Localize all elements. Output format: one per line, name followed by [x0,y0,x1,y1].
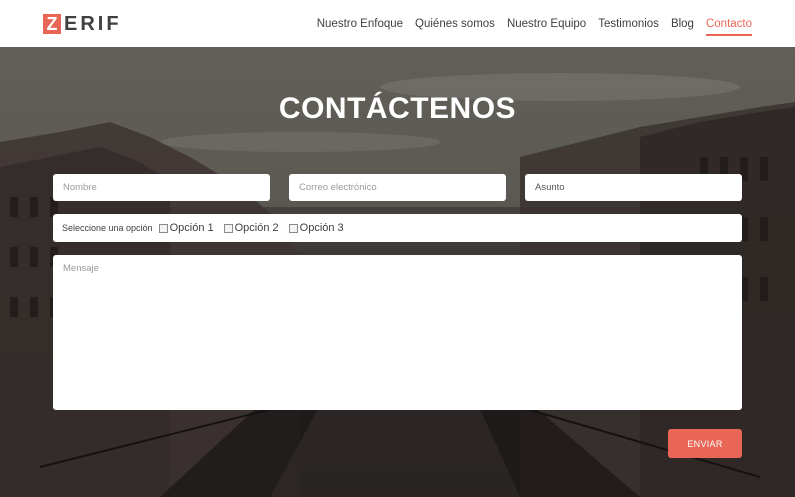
name-input[interactable] [53,174,270,201]
option-1-label: Opción 1 [169,222,214,234]
nav-blog[interactable]: Blog [671,12,694,36]
option-3[interactable]: Opción 3 [288,222,344,234]
page-title: CONTÁCTENOS [278,92,517,125]
main-nav: Nuestro Enfoque Quiénes somos Nuestro Eq… [317,12,753,36]
option-1[interactable]: Opción 1 [158,222,214,234]
logo-text: ERIF [64,12,122,35]
subject-input[interactable] [525,174,742,201]
option-2-checkbox[interactable] [223,223,233,233]
options-label: Seleccione una opción [62,223,153,233]
option-2[interactable]: Opción 2 [223,222,279,234]
option-2-label: Opción 2 [234,222,279,234]
nav-nuestro-enfoque[interactable]: Nuestro Enfoque [317,12,403,36]
message-textarea[interactable] [53,255,742,410]
option-3-checkbox[interactable] [288,223,298,233]
option-1-checkbox[interactable] [158,223,168,233]
nav-nuestro-equipo[interactable]: Nuestro Equipo [507,12,586,36]
email-input[interactable] [289,174,506,201]
options-row: Seleccione una opción Opción 1 Opción 2 … [53,214,742,242]
logo-initial: Z [43,13,61,34]
site-header: Z ERIF Nuestro Enfoque Quiénes somos Nue… [0,0,795,47]
nav-contacto[interactable]: Contacto [705,12,753,36]
nav-testimonios[interactable]: Testimonios [598,12,659,36]
logo[interactable]: Z ERIF [43,12,122,35]
option-3-label: Opción 3 [299,222,344,234]
nav-quienes-somos[interactable]: Quiénes somos [415,12,495,36]
send-button[interactable]: ENVIAR [668,429,742,458]
